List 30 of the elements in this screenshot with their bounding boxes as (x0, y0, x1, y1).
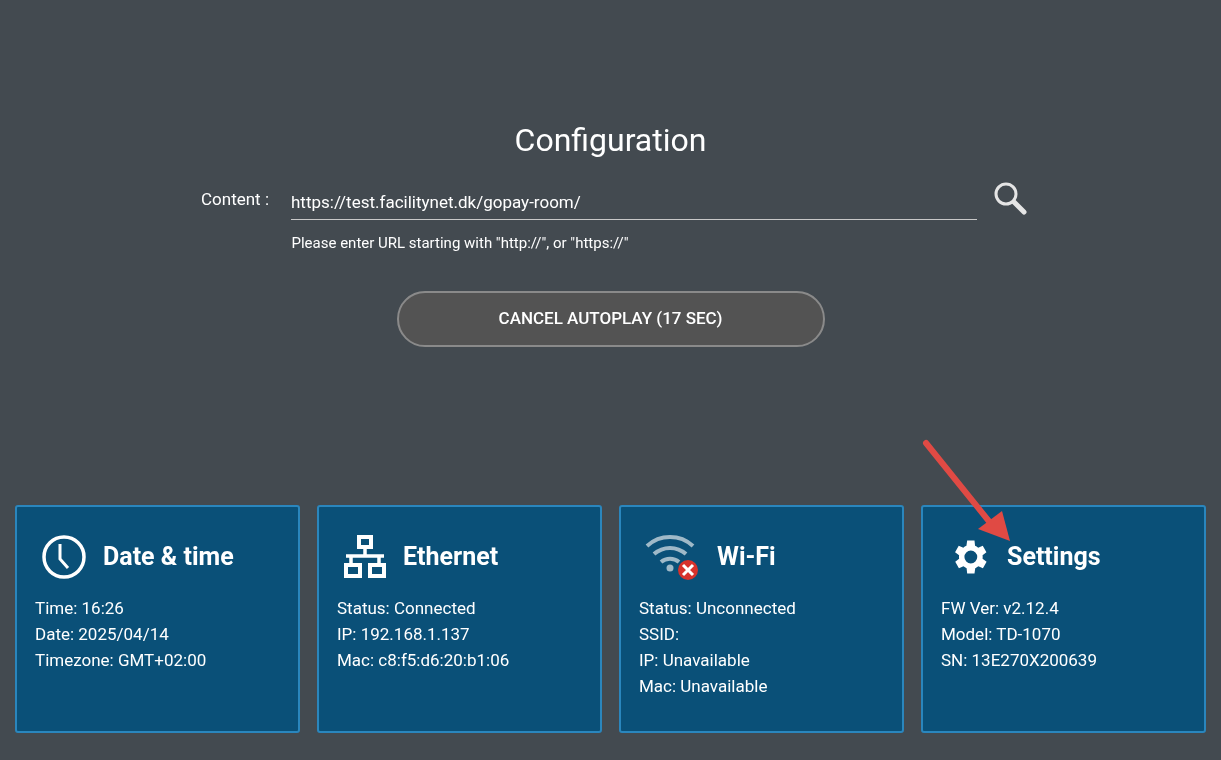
info-line: SSID: (639, 623, 681, 646)
page-title: Configuration (514, 120, 707, 160)
url-hint: Please enter URL starting with "http://", or "https://" (290, 233, 630, 254)
info-card[interactable]: Ethernet Status: Connected IP: 192.168.1.137 Mac: c8:f5:d6:20:b1:06 (317, 505, 602, 733)
card-title: Ethernet (403, 541, 499, 574)
content-url-field[interactable]: https://test.facilitynet.dk/gopay-room/ (291, 187, 977, 220)
info-card[interactable]: Wi-Fi Status: Unconnected SSID: IP: Unavailable Mac: Unavailable (619, 505, 904, 733)
card-title: Settings (1007, 541, 1101, 574)
info-card[interactable]: Date & time Time: 16:26 Date: 2025/04/14 Timezone: GMT+02:00 (15, 505, 300, 733)
info-line: Status: Unconnected (639, 597, 797, 620)
info-line: Timezone: GMT+02:00 (35, 649, 208, 672)
info-line: FW Ver: v2.12.4 (941, 597, 1060, 620)
info-line: Time: 16:26 (35, 597, 125, 620)
wifi-error-icon (645, 534, 701, 580)
search-icon[interactable] (992, 180, 1028, 216)
info-line: Status: Connected (337, 597, 477, 620)
info-line: IP: Unavailable (639, 649, 751, 672)
info-line: SN: 13E270X200639 (941, 649, 1098, 672)
card-title: Date & time (103, 541, 234, 574)
cancel-autoplay-button[interactable]: CANCEL AUTOPLAY (17 SEC) (396, 290, 825, 347)
info-line: Date: 2025/04/14 (35, 623, 170, 646)
content-label: Content : (201, 187, 269, 211)
network-icon (343, 535, 387, 579)
info-line: IP: 192.168.1.137 (337, 623, 471, 646)
info-line: Mac: c8:f5:d6:20:b1:06 (337, 649, 511, 672)
info-line: Model: TD-1070 (941, 623, 1062, 646)
card-title: Wi-Fi (717, 541, 776, 574)
info-line: Mac: Unavailable (639, 675, 769, 698)
clock-icon (41, 534, 87, 580)
info-card[interactable]: Settings FW Ver: v2.12.4 Model: TD-1070 SN: 13E270X200639 (921, 505, 1206, 733)
